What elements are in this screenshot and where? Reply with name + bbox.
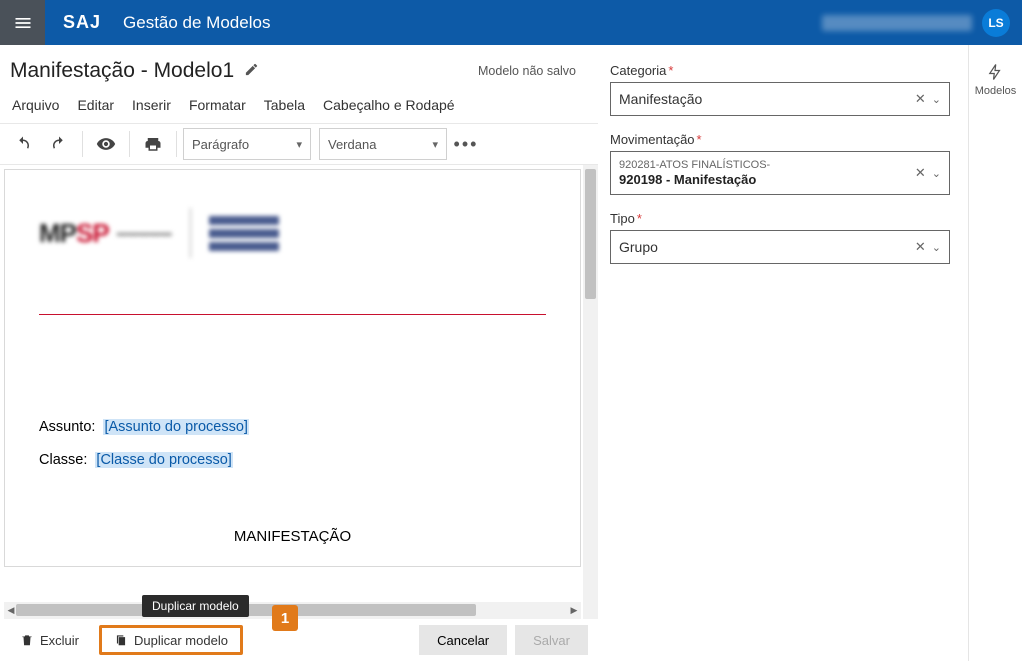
redo-button[interactable]: [42, 127, 76, 161]
menu-inserir[interactable]: Inserir: [132, 97, 171, 113]
copy-icon: [114, 633, 128, 647]
paragraph-style-select[interactable]: Parágrafo ▾: [183, 128, 311, 160]
save-status: Modelo não salvo: [478, 64, 588, 78]
chevron-down-icon: ⌄: [932, 241, 941, 254]
tipo-value: Grupo: [619, 239, 658, 255]
hamburger-icon: [13, 13, 33, 33]
excluir-label: Excluir: [40, 633, 79, 648]
cancelar-button[interactable]: Cancelar: [419, 625, 507, 655]
tipo-select[interactable]: Grupo ✕ ⌄: [610, 230, 950, 264]
menu-editar[interactable]: Editar: [77, 97, 114, 113]
properties-pane: Categoria* Manifestação ✕⌄ Movimentação*…: [598, 45, 968, 661]
preview-button[interactable]: [89, 127, 123, 161]
chevron-down-icon: ▾: [296, 138, 302, 151]
menu-tabela[interactable]: Tabela: [264, 97, 305, 113]
paragraph-style-value: Parágrafo: [192, 137, 249, 152]
doc-classe-variable[interactable]: [Classe do processo]: [95, 452, 232, 468]
movimentacao-select[interactable]: 920281-ATOS FINALÍSTICOS- 920198 - Manif…: [610, 151, 950, 195]
font-select[interactable]: Verdana ▾: [319, 128, 447, 160]
page-title: Manifestação - Modelo1: [10, 59, 234, 83]
document-page: MPSP ▬▬▬▬▬ Assunto: [Assunto do processo…: [4, 169, 581, 567]
header-context-text: [822, 15, 972, 31]
menu-formatar[interactable]: Formatar: [189, 97, 246, 113]
menu-cabecalho[interactable]: Cabeçalho e Rodapé: [323, 97, 455, 113]
clear-icon[interactable]: ✕: [915, 239, 926, 255]
ellipsis-icon: •••: [454, 134, 479, 155]
doc-classe-label: Classe:: [39, 452, 87, 468]
movimentacao-child: 920198 - Manifestação: [619, 172, 770, 188]
chevron-down-icon: ⌄: [932, 167, 941, 180]
avatar[interactable]: LS: [982, 9, 1010, 37]
app-title: Gestão de Modelos: [123, 13, 270, 33]
trash-icon: [20, 633, 34, 647]
doc-heading: MANIFESTAÇÃO: [39, 520, 546, 555]
brand-logo: SAJ: [63, 12, 101, 33]
pencil-icon: [244, 62, 259, 77]
clear-icon[interactable]: ✕: [915, 91, 926, 107]
movimentacao-parent: 920281-ATOS FINALÍSTICOS-: [619, 159, 770, 172]
document-header-logo: MPSP ▬▬▬▬▬: [39, 208, 546, 258]
categoria-value: Manifestação: [619, 91, 702, 107]
doc-assunto-variable[interactable]: [Assunto do processo]: [103, 419, 248, 435]
doc-assunto-label: Assunto:: [39, 419, 95, 435]
tipo-label: Tipo: [610, 211, 635, 226]
more-tools-button[interactable]: •••: [449, 127, 483, 161]
right-rail: Modelos: [968, 45, 1022, 661]
rail-modelos-label: Modelos: [975, 85, 1017, 97]
chevron-down-icon: ⌄: [932, 93, 941, 106]
editor-pane: Manifestação - Modelo1 Modelo não salvo …: [0, 45, 598, 661]
document-canvas[interactable]: MPSP ▬▬▬▬▬ Assunto: [Assunto do processo…: [0, 165, 583, 602]
undo-icon: [14, 135, 32, 153]
font-value: Verdana: [328, 137, 376, 152]
callout-badge-1: 1: [272, 605, 298, 631]
duplicar-label: Duplicar modelo: [134, 633, 228, 648]
vertical-scrollbar[interactable]: [583, 165, 598, 602]
categoria-select[interactable]: Manifestação ✕ ⌄: [610, 82, 950, 116]
bottom-action-bar: Duplicar modelo 1 Excluir Duplicar model…: [0, 619, 598, 661]
eye-icon: [96, 134, 116, 154]
redo-icon: [50, 135, 68, 153]
lightning-icon: [986, 63, 1004, 81]
menu-toggle-button[interactable]: [0, 0, 45, 45]
salvar-button: Salvar: [515, 625, 588, 655]
undo-button[interactable]: [6, 127, 40, 161]
menu-arquivo[interactable]: Arquivo: [12, 97, 59, 113]
duplicar-button[interactable]: Duplicar modelo: [99, 625, 243, 655]
rail-modelos-button[interactable]: Modelos: [975, 63, 1017, 97]
print-button[interactable]: [136, 127, 170, 161]
toolbar: Parágrafo ▾ Verdana ▾ •••: [0, 123, 598, 165]
duplicar-tooltip: Duplicar modelo: [142, 595, 249, 617]
menubar: Arquivo Editar Inserir Formatar Tabela C…: [0, 91, 598, 123]
clear-icon[interactable]: ✕: [915, 165, 926, 181]
edit-title-button[interactable]: [244, 62, 259, 80]
top-header: SAJ Gestão de Modelos LS: [0, 0, 1022, 45]
chevron-down-icon: ▾: [432, 138, 438, 151]
movimentacao-label: Movimentação: [610, 132, 695, 147]
scroll-right-icon[interactable]: ▶: [567, 602, 581, 618]
categoria-label: Categoria: [610, 63, 666, 78]
print-icon: [144, 135, 162, 153]
excluir-button[interactable]: Excluir: [10, 625, 89, 655]
